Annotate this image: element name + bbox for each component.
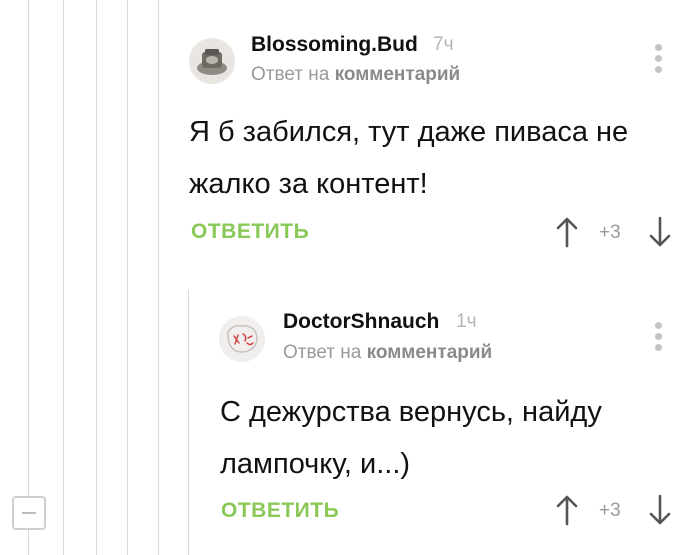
reply-to-prefix: Ответ на [283, 342, 362, 363]
username[interactable]: DoctorShnauch [283, 310, 439, 334]
comment: DoctorShnauch 1ч Ответ на комментарий С … [0, 0, 700, 555]
avatar[interactable] [219, 316, 265, 362]
arrow-down-icon[interactable] [648, 494, 672, 526]
timestamp: 1ч [456, 311, 477, 332]
more-icon[interactable] [653, 322, 663, 358]
arrow-up-icon[interactable] [555, 494, 579, 526]
avatar-image [219, 316, 265, 362]
reply-to-link[interactable]: комментарий [367, 342, 493, 363]
comment-text: С дежурства вернусь, найду лампочку, и..… [220, 396, 602, 480]
rating: +3 [599, 500, 621, 521]
reply-to: Ответ на комментарий [283, 342, 492, 364]
reply-button[interactable]: ОТВЕТИТЬ [221, 499, 339, 523]
